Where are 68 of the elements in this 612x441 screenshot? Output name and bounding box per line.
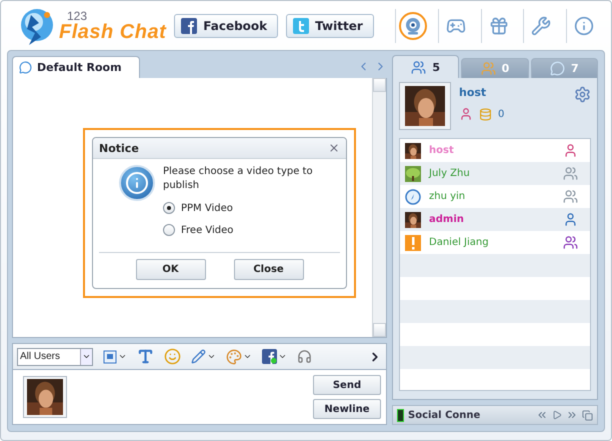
guest-user-icon <box>563 189 578 204</box>
facebook-button[interactable] <box>262 349 287 364</box>
last-icon[interactable] <box>566 409 578 421</box>
restore-icon[interactable] <box>582 410 593 420</box>
logo-number: 123 <box>67 10 88 22</box>
chat-icon <box>550 61 565 76</box>
gift-icon <box>488 16 508 36</box>
pencil-button[interactable] <box>191 349 216 364</box>
settings-icon <box>531 16 552 36</box>
user-name[interactable]: admin <box>429 214 555 225</box>
headphones-icon[interactable] <box>297 349 312 364</box>
female-user-icon <box>563 143 578 158</box>
dialog-message: Please choose a video type to publish <box>163 165 314 192</box>
logo-text: Flash Chat <box>59 22 166 42</box>
caret-icon <box>207 352 216 361</box>
profile-name: host <box>459 86 488 99</box>
info-icon <box>119 165 155 201</box>
profile-photo-frame[interactable] <box>399 82 451 130</box>
share-button[interactable]: Facebook <box>174 14 278 38</box>
caret-icon <box>278 352 287 361</box>
radio-button[interactable] <box>163 202 175 214</box>
pencil-icon <box>191 349 206 364</box>
radio-option[interactable]: Free Video <box>163 224 323 236</box>
radio-button[interactable] <box>163 224 175 236</box>
chat-icon <box>19 61 32 74</box>
user-name[interactable]: Daniel Jiang <box>429 237 555 248</box>
composer-button[interactable]: Send <box>313 375 381 395</box>
user-icon <box>563 212 578 227</box>
user-name[interactable]: zhu yin <box>429 191 555 202</box>
female-user-icon <box>459 107 473 121</box>
smiley-icon[interactable] <box>164 348 181 365</box>
facebook-icon <box>181 18 198 34</box>
room-tab[interactable]: Default Room <box>12 56 140 78</box>
settings-icon[interactable] <box>574 86 591 103</box>
dialog-button[interactable]: OK <box>136 259 206 280</box>
scrollbar[interactable] <box>372 78 386 337</box>
bottom-bar-label: Social Conne <box>408 410 482 420</box>
guest-user-icon <box>563 166 578 181</box>
dialog-button[interactable]: Close <box>234 259 304 280</box>
facebook-icon <box>262 349 277 364</box>
alert-icon <box>405 234 421 250</box>
caret-icon <box>118 352 127 361</box>
radio-option[interactable]: PPM Video <box>163 202 323 214</box>
composer-button[interactable]: Newline <box>313 399 381 419</box>
palette-button[interactable] <box>226 348 252 364</box>
member-user-icon <box>563 235 578 250</box>
close-icon[interactable] <box>328 142 340 154</box>
users-icon <box>411 60 426 74</box>
first-icon[interactable] <box>536 409 548 421</box>
users-icon <box>480 61 496 76</box>
info-icon <box>574 16 594 36</box>
font-box-icon <box>103 350 117 364</box>
palette-icon <box>226 348 242 364</box>
share-button[interactable]: Twitter <box>286 14 374 38</box>
panel-tab[interactable]: 5 <box>392 55 460 78</box>
dialog-title: Notice <box>99 142 139 154</box>
coins-count: 0 <box>498 108 504 120</box>
twitter-icon <box>293 18 310 34</box>
tree-icon <box>405 166 421 182</box>
grip-icon <box>397 408 404 422</box>
recipient-dropdown[interactable]: All Users <box>17 348 93 366</box>
caret-icon <box>243 352 252 361</box>
text-format-icon[interactable] <box>137 348 154 365</box>
font-style-button[interactable] <box>103 350 127 364</box>
webcam-icon <box>404 16 422 34</box>
room-tab-label: Default Room <box>37 61 122 74</box>
play-icon[interactable] <box>552 410 562 420</box>
coins-icon <box>479 108 492 120</box>
